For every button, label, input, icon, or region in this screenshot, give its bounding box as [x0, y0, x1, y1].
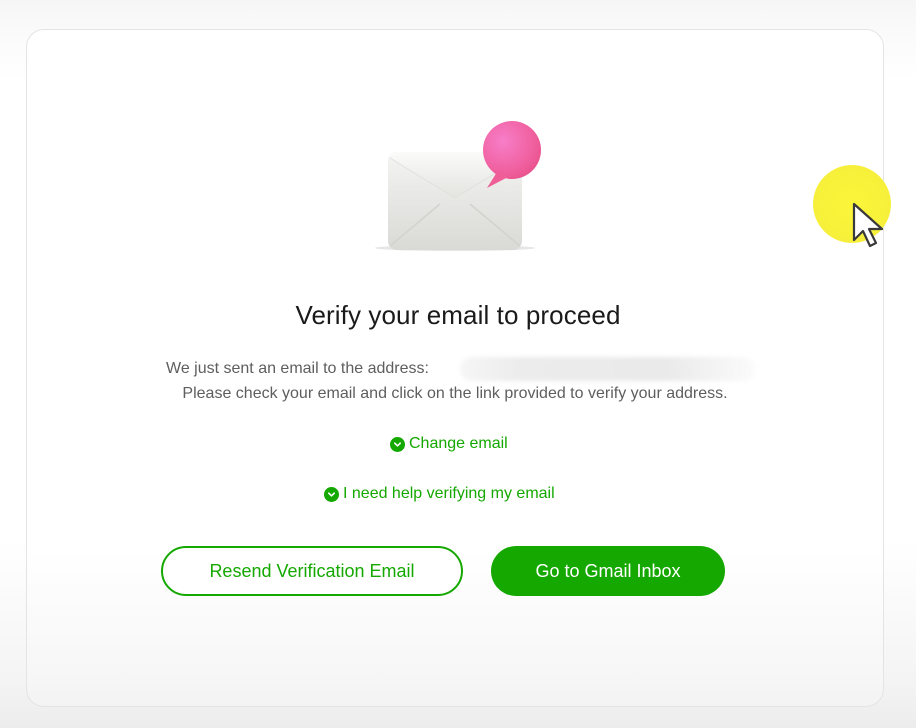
sent-email-message: We just sent an email to the address: [166, 360, 429, 377]
chevron-down-circle-icon [324, 486, 339, 502]
verify-instructions: Please check your email and click on the… [182, 385, 728, 402]
change-email-link[interactable]: Change email [390, 435, 508, 453]
go-to-gmail-button[interactable]: Go to Gmail Inbox [491, 546, 725, 596]
help-verifying-link[interactable]: I need help verifying my email [324, 485, 555, 503]
redacted-email-address [460, 357, 755, 381]
change-email-label: Change email [409, 435, 508, 452]
page-title: Verify your email to proceed [295, 300, 621, 330]
chevron-down-circle-icon [390, 436, 405, 452]
mouse-pointer-icon [852, 202, 884, 248]
help-verifying-label: I need help verifying my email [343, 485, 555, 502]
resend-verification-button[interactable]: Resend Verification Email [161, 546, 463, 596]
envelope-notification-icon [375, 121, 541, 251]
